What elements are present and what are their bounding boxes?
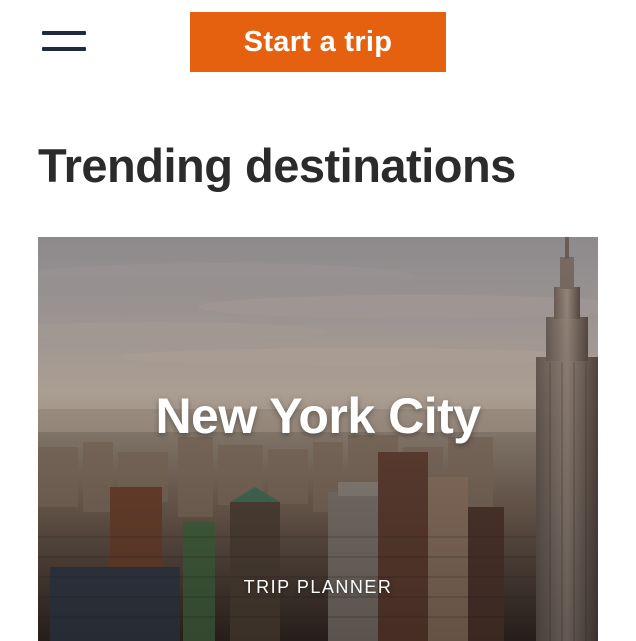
card-title: New York City: [155, 388, 481, 444]
section-title: Trending destinations: [38, 139, 516, 192]
card-category-label: TRIP PLANNER: [243, 577, 393, 597]
menu-bar-top: [42, 31, 86, 35]
start-trip-button[interactable]: Start a trip: [190, 12, 446, 72]
page: Start a trip Trending destinations New Y…: [0, 0, 636, 641]
hamburger-menu-icon[interactable]: [38, 26, 90, 60]
destination-card[interactable]: New York City TRIP PLANNER: [38, 237, 598, 641]
menu-bar-bottom: [42, 47, 86, 51]
